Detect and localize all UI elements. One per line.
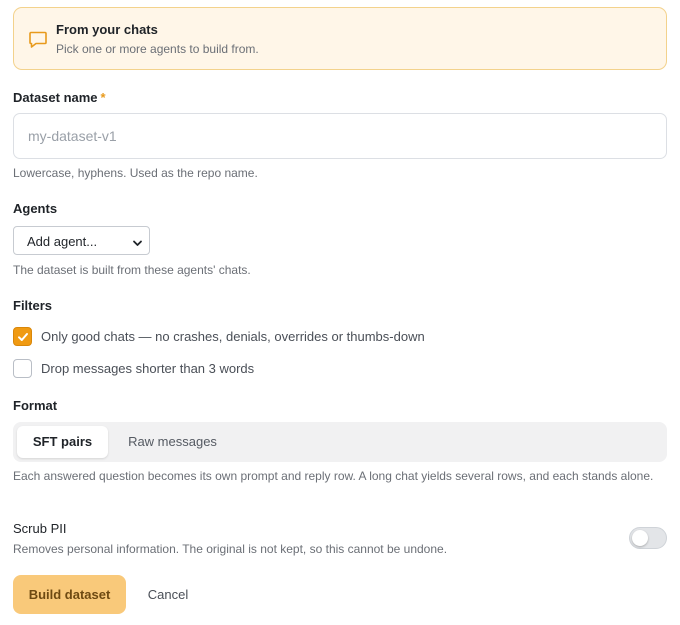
filter-short-messages-checkbox[interactable] — [13, 359, 32, 378]
add-agent-select-value: Add agent... — [27, 234, 98, 249]
scrub-pii-toggle[interactable] — [629, 527, 667, 549]
format-option-raw-messages[interactable]: Raw messages — [113, 426, 232, 458]
required-mark: * — [100, 90, 106, 105]
agents-help: The dataset is built from these agents' … — [13, 263, 251, 277]
checkmark-icon — [18, 333, 28, 341]
toggle-knob — [632, 530, 648, 546]
filter-good-chats-label: Only good chats — no crashes, denials, o… — [41, 329, 425, 344]
dataset-name-input[interactable] — [13, 113, 667, 159]
dataset-name-label: Dataset name * — [13, 90, 106, 105]
format-segmented-control: SFT pairs Raw messages — [13, 422, 667, 462]
chevron-down-icon — [132, 236, 143, 247]
format-help: Each answered question becomes its own p… — [13, 469, 654, 483]
scrub-pii-label: Scrub PII — [13, 521, 67, 536]
dataset-name-help: Lowercase, hyphens. Used as the repo nam… — [13, 166, 258, 180]
filter-good-chats-checkbox[interactable] — [13, 327, 32, 346]
info-banner: From your chats Pick one or more agents … — [13, 7, 667, 70]
filter-good-chats-row[interactable]: Only good chats — no crashes, denials, o… — [13, 327, 473, 347]
filter-short-messages-row[interactable]: Drop messages shorter than 3 words — [13, 359, 293, 379]
filters-label: Filters — [13, 298, 53, 313]
chat-bubble-icon — [28, 29, 48, 49]
banner-subtitle: Pick one or more agents to build from. — [56, 42, 259, 56]
agents-label: Agents — [13, 201, 58, 216]
filter-short-messages-label: Drop messages shorter than 3 words — [41, 361, 255, 376]
cancel-button[interactable]: Cancel — [138, 575, 198, 614]
banner-title: From your chats — [56, 22, 158, 37]
build-dataset-button[interactable]: Build dataset — [13, 575, 126, 614]
scrub-pii-help: Removes personal information. The origin… — [13, 542, 448, 556]
dataset-name-label-text: Dataset name — [13, 90, 98, 105]
add-agent-select[interactable]: Add agent... — [13, 226, 150, 255]
format-option-sft-pairs[interactable]: SFT pairs — [17, 426, 108, 458]
format-label: Format — [13, 398, 58, 413]
